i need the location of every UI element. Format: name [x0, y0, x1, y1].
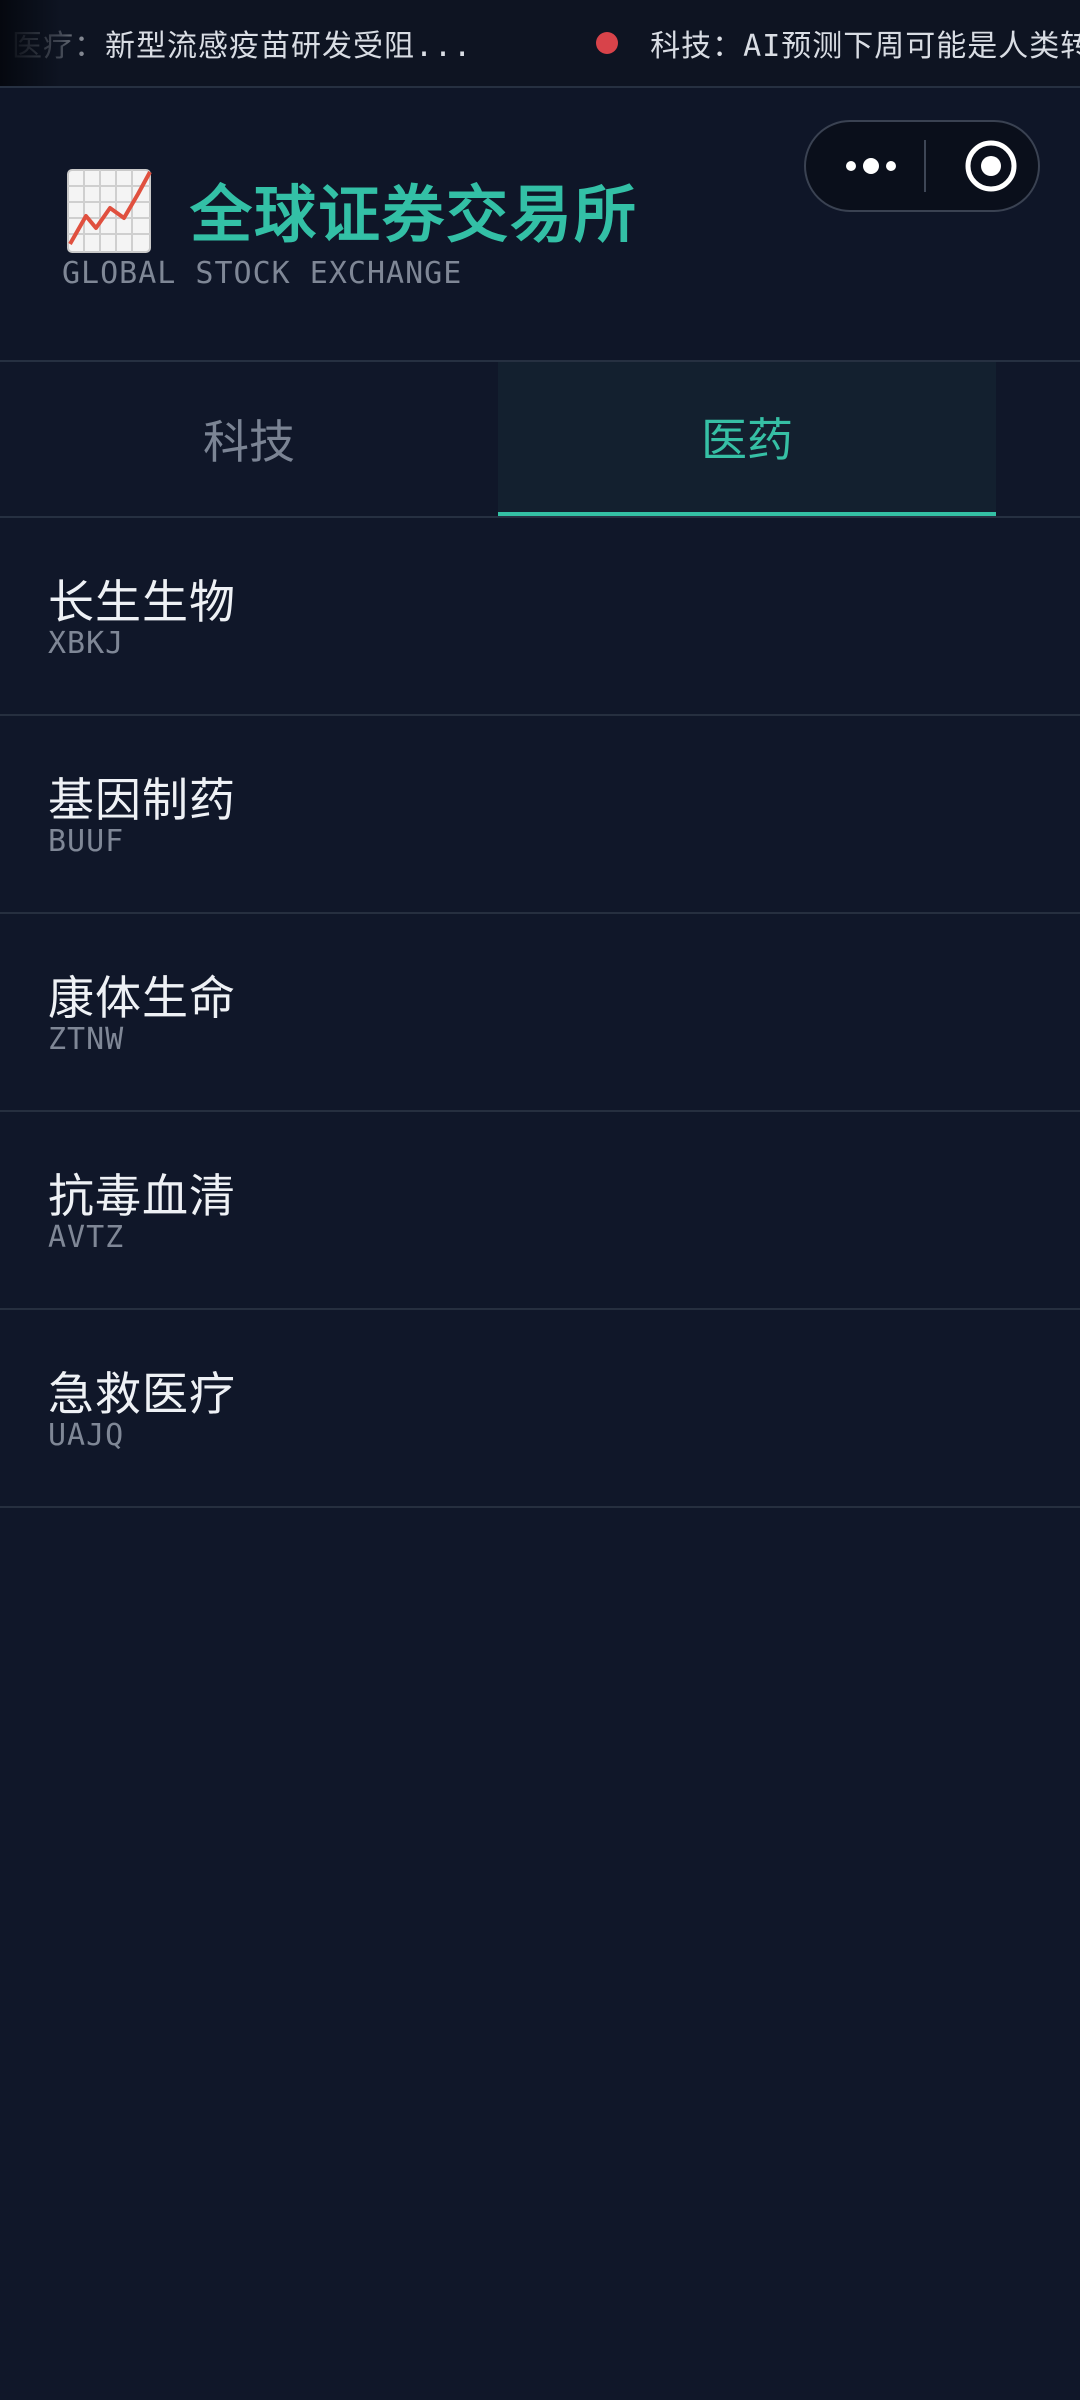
- stock-code: BUUF: [48, 824, 125, 859]
- category-tabs: 科技 医药: [0, 362, 1080, 518]
- tab-tech[interactable]: 科技: [0, 362, 498, 516]
- stock-list: 长生生物 XBKJ 基因制药 BUUF 康体生命 ZTNW 抗毒血清 AVTZ …: [0, 518, 1080, 1508]
- ticker-track: 医疗：新型流感疫苗研发受阻... 科技：AI预测下周可能是人类转折点: [12, 0, 1080, 86]
- app-title: 全球证券交易所: [190, 178, 639, 251]
- app-header: 全球证券交易所 GLOBAL STOCK EXCHANGE: [0, 88, 1080, 362]
- stock-name: 长生生物: [48, 575, 236, 629]
- chart-increasing-icon: [64, 166, 154, 256]
- capsule-divider: [924, 140, 926, 192]
- stock-row[interactable]: 急救医疗 UAJQ: [0, 1310, 1080, 1508]
- stock-code: AVTZ: [48, 1220, 125, 1255]
- ticker-item-tech[interactable]: 科技：AI预测下周可能是人类转折点: [650, 21, 1080, 65]
- stock-code: XBKJ: [48, 626, 125, 661]
- stock-code: ZTNW: [48, 1022, 125, 1057]
- mini-program-capsule: [804, 120, 1040, 212]
- stock-row[interactable]: 长生生物 XBKJ: [0, 518, 1080, 716]
- stock-name: 基因制药: [48, 773, 236, 827]
- close-target-icon[interactable]: [946, 122, 1036, 210]
- ticker-fade-edge: [0, 0, 110, 86]
- stock-name: 康体生命: [48, 971, 236, 1025]
- stock-row[interactable]: 抗毒血清 AVTZ: [0, 1112, 1080, 1310]
- app-subtitle: GLOBAL STOCK EXCHANGE: [62, 256, 463, 291]
- stock-row[interactable]: 基因制药 BUUF: [0, 716, 1080, 914]
- stock-name: 抗毒血清: [48, 1169, 236, 1223]
- stock-row[interactable]: 康体生命 ZTNW: [0, 914, 1080, 1112]
- tab-pharma[interactable]: 医药: [498, 362, 996, 516]
- ticker-separator-dot: [596, 32, 619, 54]
- more-dots-icon[interactable]: [826, 122, 916, 210]
- news-ticker[interactable]: 医疗：新型流感疫苗研发受阻... 科技：AI预测下周可能是人类转折点: [0, 0, 1080, 88]
- stock-name: 急救医疗: [48, 1367, 236, 1421]
- stock-code: UAJQ: [48, 1418, 125, 1453]
